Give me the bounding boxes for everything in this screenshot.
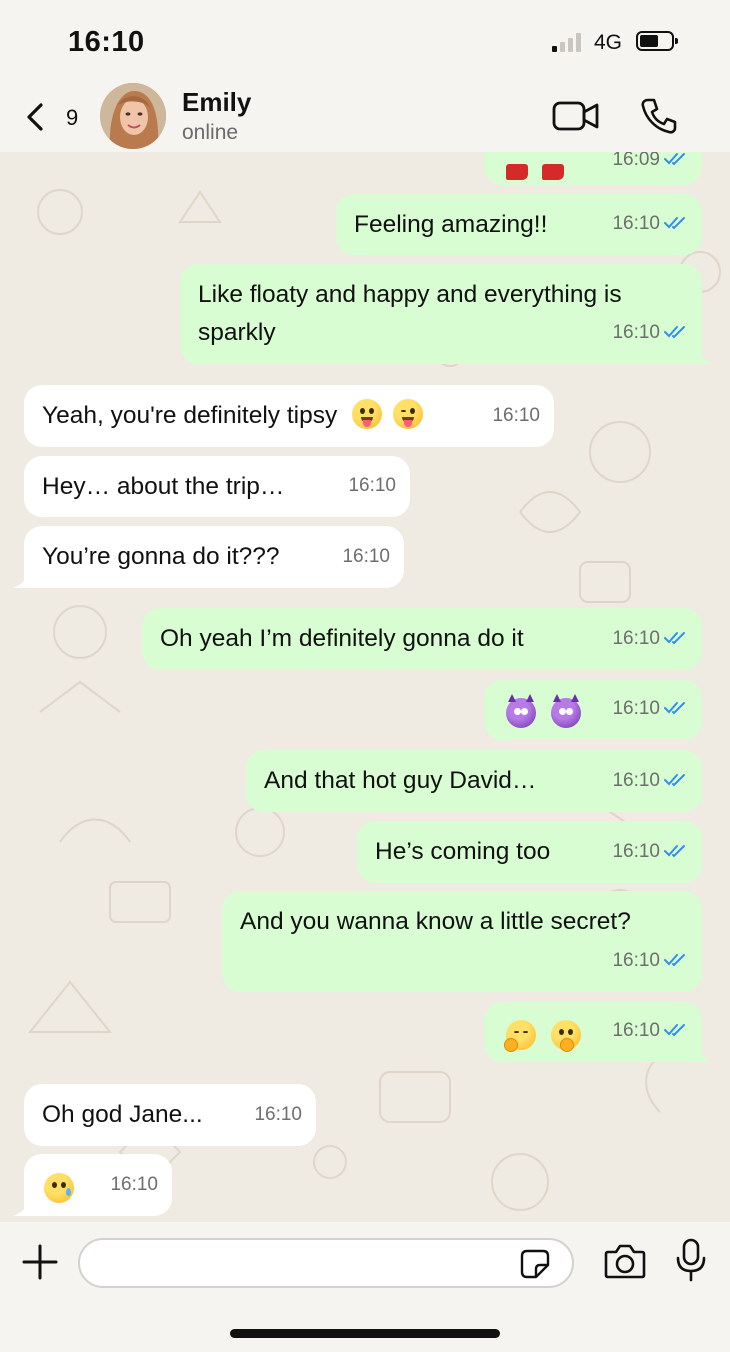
message-bubble-outgoing[interactable]: And that hot guy David… 16:10 bbox=[246, 750, 702, 812]
home-indicator[interactable] bbox=[230, 1329, 500, 1338]
message-meta: 16:10 bbox=[612, 1012, 688, 1050]
message-meta: 16:10 bbox=[612, 942, 688, 980]
message-text: Yeah, you're definitely tipsy bbox=[42, 397, 554, 435]
double-check-icon bbox=[664, 153, 685, 166]
avatar[interactable] bbox=[100, 83, 166, 149]
boots-emoji bbox=[506, 164, 528, 180]
message-meta: 16:10 bbox=[110, 1174, 158, 1195]
double-check-icon bbox=[664, 845, 685, 858]
message-bubble-outgoing[interactable]: And you wanna know a little secret? 16:1… bbox=[222, 891, 702, 992]
double-check-icon bbox=[664, 774, 685, 787]
double-check-icon bbox=[664, 702, 685, 715]
message-meta: 16:10 bbox=[348, 475, 396, 496]
message-meta: 16:09 bbox=[612, 152, 688, 179]
bubble-tail bbox=[13, 572, 29, 588]
bubble-tail bbox=[697, 1046, 713, 1062]
double-check-icon bbox=[664, 217, 685, 230]
winking-face-with-tongue-emoji bbox=[392, 399, 423, 429]
face-with-hand-over-mouth-emoji bbox=[504, 1020, 536, 1052]
message-bubble-incoming[interactable]: Hey… about the trip… 16:10 bbox=[24, 456, 410, 517]
message-bubble-incoming[interactable]: 16:10 bbox=[13, 1154, 172, 1216]
message-emoji bbox=[506, 694, 581, 734]
chat-header: 9 Emily online bbox=[0, 80, 730, 152]
message-meta: 16:10 bbox=[612, 314, 688, 352]
message-meta: 16:10 bbox=[612, 620, 688, 658]
message-text: And you wanna know a little secret? bbox=[240, 908, 631, 935]
message-list[interactable]: 16:09 Feeling amazing!! 16:10 Like float… bbox=[0, 152, 730, 1222]
message-emoji bbox=[44, 1171, 74, 1209]
battery-icon bbox=[636, 31, 678, 51]
chevron-left-icon[interactable] bbox=[24, 102, 46, 132]
message-meta: 16:10 bbox=[612, 205, 688, 243]
message-meta: 16:10 bbox=[492, 405, 540, 426]
message-bubble-outgoing[interactable]: 16:09 bbox=[484, 152, 702, 185]
phone-icon[interactable] bbox=[640, 97, 678, 135]
double-check-icon bbox=[664, 326, 685, 339]
message-bubble-outgoing[interactable]: 16:10 bbox=[484, 680, 702, 740]
contact-name[interactable]: Emily bbox=[182, 87, 251, 118]
message-bubble-incoming[interactable]: You’re gonna do it??? 16:10 bbox=[13, 526, 404, 588]
bubble-tail bbox=[697, 348, 713, 364]
message-meta: 16:10 bbox=[612, 762, 688, 800]
boots-emoji bbox=[542, 164, 564, 180]
message-meta: 16:10 bbox=[612, 833, 688, 871]
message-meta: 16:10 bbox=[254, 1104, 302, 1125]
message-bubble-outgoing[interactable]: Feeling amazing!! 16:10 bbox=[336, 194, 702, 255]
smiling-face-with-horns-emoji bbox=[506, 694, 536, 728]
message-bubble-outgoing[interactable]: He’s coming too 16:10 bbox=[357, 821, 702, 883]
bubble-tail bbox=[13, 1200, 29, 1216]
double-check-icon bbox=[664, 632, 685, 645]
contact-status: online bbox=[182, 121, 239, 144]
message-bubble-incoming[interactable]: Yeah, you're definitely tipsy 16:10 bbox=[24, 385, 554, 447]
sticker-icon[interactable] bbox=[520, 1249, 550, 1279]
message-meta: 16:10 bbox=[342, 546, 390, 567]
message-bubble-incoming[interactable]: Oh god Jane... 16:10 bbox=[24, 1084, 316, 1146]
status-bar: 16:10 4G bbox=[0, 0, 730, 80]
signal-strength-icon bbox=[552, 32, 586, 52]
message-bubble-outgoing[interactable]: Oh yeah I’m definitely gonna do it 16:10 bbox=[142, 608, 702, 670]
network-type: 4G bbox=[594, 31, 623, 54]
status-time: 16:10 bbox=[68, 26, 145, 58]
message-emoji bbox=[506, 154, 578, 192]
video-camera-icon[interactable] bbox=[552, 100, 600, 132]
face-holding-back-tears-emoji bbox=[44, 1173, 74, 1203]
microphone-icon[interactable] bbox=[676, 1238, 706, 1282]
message-input[interactable] bbox=[78, 1238, 574, 1288]
message-text: Like floaty and happy and everything is … bbox=[198, 281, 622, 346]
message-emoji bbox=[504, 1018, 581, 1056]
smiling-face-with-horns-emoji bbox=[550, 694, 581, 728]
face-with-tongue-emoji bbox=[352, 399, 383, 429]
message-meta: 16:10 bbox=[612, 690, 688, 728]
double-check-icon bbox=[664, 1024, 685, 1037]
message-bubble-outgoing[interactable]: 16:10 bbox=[484, 1002, 713, 1062]
message-bubble-outgoing[interactable]: Like floaty and happy and everything is … bbox=[180, 264, 713, 364]
plus-icon[interactable] bbox=[22, 1244, 58, 1280]
face-with-open-eyes-and-hand-over-mouth-emoji bbox=[550, 1020, 581, 1052]
double-check-icon bbox=[664, 954, 685, 967]
camera-icon[interactable] bbox=[604, 1242, 646, 1280]
unread-count[interactable]: 9 bbox=[66, 105, 78, 131]
